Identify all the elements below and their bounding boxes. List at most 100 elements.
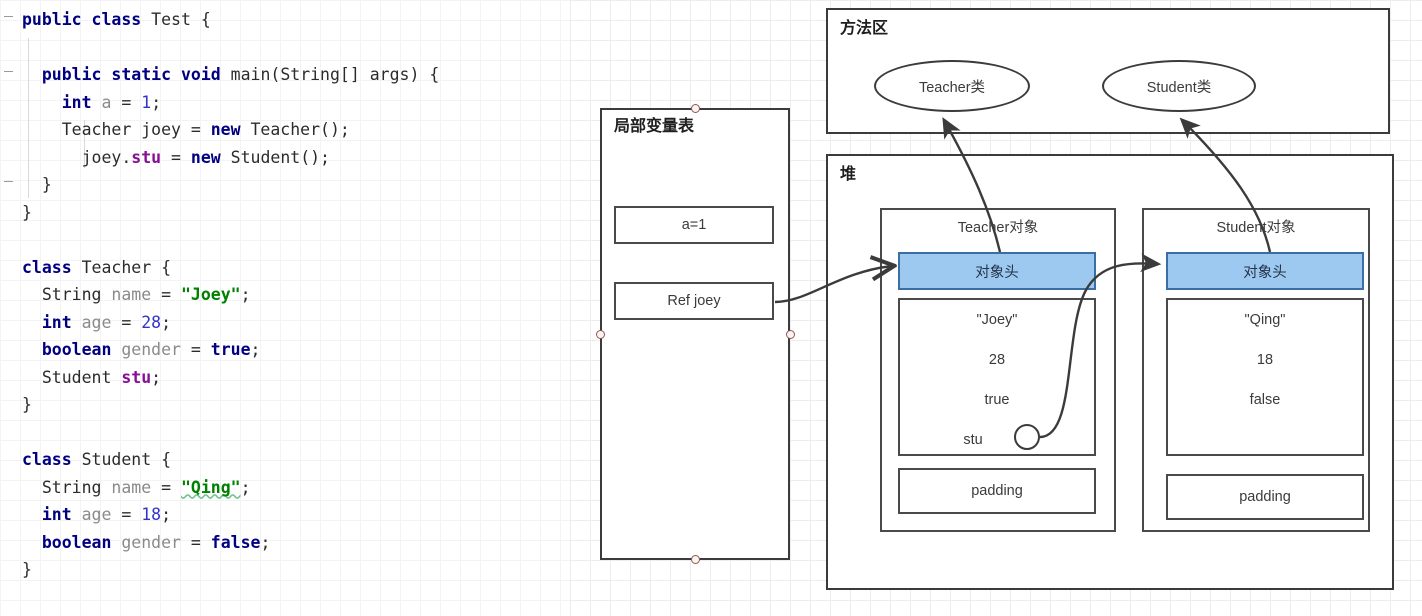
code-token: } — [22, 395, 32, 414]
code-token: "Qing" — [180, 477, 241, 497]
code-line[interactable] — [0, 34, 439, 62]
teacher-class-ellipse[interactable]: Teacher类 — [874, 60, 1030, 112]
method-area-title: 方法区 — [840, 20, 889, 37]
code-token: ; — [260, 532, 271, 552]
teacher-object-fields[interactable]: "Joey" 28 true stu — [898, 298, 1096, 456]
code-token: true — [210, 340, 251, 359]
code-line[interactable]: int age = 28; — [0, 309, 439, 337]
code-token: int — [61, 92, 92, 112]
code-editor-pane[interactable]: public class Test { public static void m… — [0, 0, 570, 616]
code-token: stu — [131, 147, 162, 167]
selection-handle-bottom[interactable] — [690, 554, 700, 564]
code-line[interactable]: joey.stu = new Student(); — [0, 144, 439, 172]
code-token: new — [190, 147, 221, 167]
code-line[interactable]: Teacher joey = new Teacher(); — [0, 116, 439, 144]
local-variable-table-box[interactable] — [600, 108, 790, 560]
selection-handle-left[interactable] — [595, 329, 605, 339]
code-token: Student — [22, 367, 122, 387]
student-object-header[interactable]: 对象头 — [1166, 252, 1364, 290]
code-token: int — [41, 312, 72, 332]
code-token: name — [111, 285, 152, 304]
student-object-caption: Student对象 — [1216, 220, 1296, 236]
code-token: ; — [151, 92, 162, 112]
diagram-canvas[interactable]: 局部变量表 a=1 Ref joey 方法区 Teacher类 Student类… — [570, 0, 1422, 616]
code-line[interactable]: } — [0, 391, 439, 419]
code-line[interactable]: public static void main(String[] args) { — [0, 61, 439, 89]
student-object-fields[interactable]: "Qing" 18 false — [1166, 298, 1364, 456]
code-token: Student(); — [220, 147, 330, 167]
student-class-ellipse[interactable]: Student类 — [1102, 60, 1256, 112]
code-token: class — [22, 257, 72, 277]
code-token: ; — [161, 312, 172, 332]
teacher-field-stu: stu — [963, 432, 983, 448]
code-token: } — [22, 202, 32, 222]
code-token: = — [180, 340, 211, 359]
code-line[interactable] — [0, 419, 439, 447]
local-variable-table-title: 局部变量表 — [614, 118, 695, 135]
student-field-age: 18 — [1256, 352, 1274, 368]
code-token: = — [151, 477, 181, 497]
code-token: ; — [161, 505, 172, 524]
teacher-field-name: "Joey" — [976, 312, 1018, 328]
local-var-slot-a[interactable]: a=1 — [614, 206, 774, 244]
teacher-object-padding[interactable]: padding — [898, 468, 1096, 514]
code-line[interactable]: } — [0, 171, 439, 199]
teacher-object-header[interactable]: 对象头 — [898, 252, 1096, 290]
code-line[interactable]: Student stu; — [0, 364, 439, 392]
selection-handle-right[interactable] — [785, 329, 795, 339]
code-line[interactable]: String name = "Qing"; — [0, 474, 439, 502]
student-object-padding[interactable]: padding — [1166, 474, 1364, 520]
code-line[interactable]: int age = 18; — [0, 501, 439, 529]
code-token: a — [101, 92, 112, 112]
code-token: static — [111, 65, 172, 84]
code-line[interactable]: class Student { — [0, 446, 439, 474]
student-field-gender: false — [1249, 392, 1281, 408]
code-token: joey. — [22, 147, 132, 167]
code-token: "Joey" — [180, 285, 241, 304]
code-token: boolean — [41, 532, 112, 552]
code-token: 28 — [141, 312, 162, 332]
code-line[interactable]: boolean gender = false; — [0, 529, 439, 557]
code-token: ; — [250, 340, 261, 359]
code-token: = — [111, 312, 142, 332]
code-token: = — [180, 532, 211, 552]
code-line[interactable]: } — [0, 556, 439, 584]
code-token: int — [41, 505, 72, 524]
screenshot-root: public class Test { public static void m… — [0, 0, 1422, 616]
code-line[interactable]: class Teacher { — [0, 254, 439, 282]
code-line[interactable] — [0, 226, 439, 254]
code-line[interactable]: public class Test { — [0, 6, 439, 34]
code-token: new — [210, 120, 241, 139]
code-line[interactable]: int a = 1; — [0, 89, 439, 117]
local-var-slot-ref-joey[interactable]: Ref joey — [614, 282, 774, 320]
code-token: Student { — [71, 450, 172, 469]
source-code[interactable]: public class Test { public static void m… — [0, 0, 439, 584]
code-line[interactable]: String name = "Joey"; — [0, 281, 439, 309]
teacher-object-caption: Teacher对象 — [957, 220, 1039, 236]
code-token: String — [22, 285, 112, 304]
code-token: = — [161, 147, 191, 167]
code-token: stu — [121, 367, 152, 387]
code-token: 1 — [141, 92, 152, 112]
selection-handle-top[interactable] — [690, 103, 700, 113]
code-token: public — [41, 65, 102, 84]
code-token: = — [111, 92, 142, 112]
teacher-field-age: 28 — [988, 352, 1006, 368]
code-token: = — [151, 285, 181, 304]
code-token: class — [22, 450, 72, 469]
stu-reference-dot[interactable] — [1014, 424, 1040, 450]
code-token: main(String[] args) { — [220, 65, 440, 84]
code-token: false — [210, 532, 261, 552]
code-token: class — [91, 10, 142, 29]
code-line[interactable]: } — [0, 199, 439, 227]
code-token: = — [111, 505, 142, 524]
code-line[interactable]: boolean gender = true; — [0, 336, 439, 364]
